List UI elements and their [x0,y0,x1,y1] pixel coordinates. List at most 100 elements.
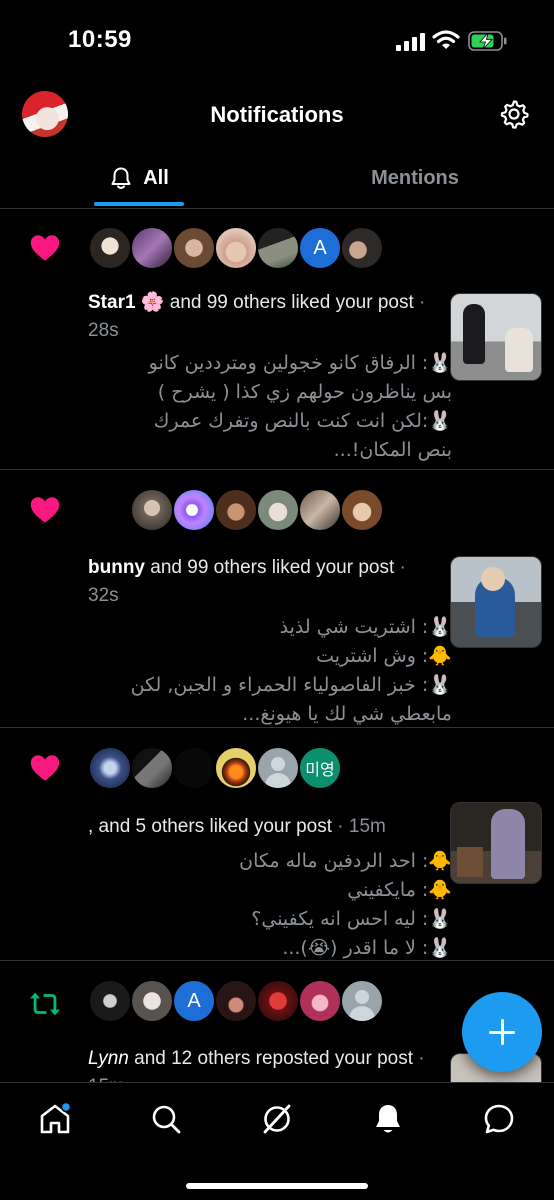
notification-action: , and 5 others liked your post [88,816,332,837]
post-preview[interactable]: 🐰: اشتريت شي لذيذ 🐥: وش اشتريت 🐰: خبز ال… [112,613,452,729]
tab-all-label: All [143,166,169,189]
actor-name[interactable]: Lynn [88,1048,129,1069]
avatar[interactable] [256,746,300,790]
post-preview[interactable]: 🐰: الرفاق كانو خجولين ومترددين كانو بس ي… [112,349,452,465]
avatar[interactable] [256,226,300,270]
avatar[interactable] [214,746,258,790]
post-line: 🐰: الرفاق كانو خجولين ومترددين كانو [148,352,452,374]
thumbnail-figure [491,809,525,879]
notification-item[interactable]: A Star1 🌸 and 99 others liked your post … [0,209,554,470]
avatar[interactable] [214,226,258,270]
avatar[interactable] [298,488,342,532]
actor-name[interactable]: Star1 🌸 [88,292,164,313]
avatar[interactable]: A [172,979,216,1023]
post-preview[interactable]: 🐥: احد الردفين ماله مكان 🐥: مايكفيني 🐰: … [112,847,452,963]
post-line: 🐥: احد الردفين ماله مكان [239,850,452,872]
notification-action: and 99 others liked your post [164,292,414,313]
status-bar: 10:59 [0,0,554,80]
post-line: بس يناظرون حولهم زي كذا ( يشرح ) [157,381,452,403]
post-line: 🐰: اشتريت شي لذيذ [279,616,452,638]
thumbnail-figure [505,328,533,372]
notification-item[interactable]: bunny and 99 others liked your post · 32… [0,470,554,728]
avatar[interactable] [130,746,174,790]
post-thumbnail[interactable] [450,293,542,381]
heart-icon [30,755,60,781]
avatar[interactable] [340,979,384,1023]
battery-charging-icon [468,31,507,51]
wifi-icon [432,30,460,49]
avatar[interactable] [256,979,300,1023]
thumbnail-figure [481,567,505,591]
active-tab-indicator [94,202,184,206]
avatar[interactable] [172,488,216,532]
avatar[interactable] [214,979,258,1023]
avatar[interactable] [298,979,342,1023]
notification-tabs: All Mentions [0,150,554,206]
timestamp: 28s [88,320,119,341]
avatar[interactable]: 미영 [298,746,342,790]
thumbnail-figure [463,304,485,364]
avatar[interactable] [172,746,216,790]
avatar[interactable] [88,226,132,270]
post-line: 🐰: ليه احس انه يكفيني؟ [251,908,452,930]
avatar[interactable] [130,226,174,270]
timestamp: 15m [348,816,386,837]
tab-all[interactable]: All [94,150,184,206]
notification-action: and 99 others liked your post [145,557,395,578]
post-thumbnail[interactable] [450,556,542,648]
repost-icon [30,992,60,1016]
cellular-signal-icon [396,33,426,51]
post-thumbnail[interactable] [450,802,542,884]
timestamp: 32s [88,585,119,606]
avatar-letter: A [187,989,201,1012]
avatar[interactable]: A [298,226,342,270]
tab-mentions[interactable]: Mentions [340,150,490,206]
avatar-stack: A [88,226,384,272]
thumbnail-figure [457,847,483,877]
notification-item[interactable]: 미영 , and 5 others liked your post · 15m … [0,728,554,961]
avatar-stack: A [88,979,384,1025]
avatar[interactable] [88,979,132,1023]
compose-post-button[interactable] [462,992,542,1072]
avatar-initials: 미영 [305,762,335,779]
avatar[interactable] [130,488,174,532]
avatar[interactable] [214,488,258,532]
bottom-navigation [0,1082,554,1200]
post-line: 🐥: مايكفيني [347,879,452,901]
heart-icon [30,497,60,523]
notification-text: Lynn and 12 others reposted your post · … [88,1045,428,1082]
grok-icon[interactable] [259,1101,295,1137]
status-time: 10:59 [68,26,132,53]
post-line: 🐰: خبز الفاصولياء الحمراء و الجبن, لكن [130,674,452,696]
page-title: Notifications [210,102,344,127]
avatar[interactable] [340,226,384,270]
notification-text: bunny and 99 others liked your post · 32… [88,557,406,606]
notification-feed[interactable]: A Star1 🌸 and 99 others liked your post … [0,209,554,1082]
avatar-stack: 미영 [88,746,342,792]
post-line: 🐰: لا ما اقدر (😭)... [282,937,452,959]
heart-icon [30,235,60,261]
avatar[interactable] [340,488,384,532]
avatar[interactable] [172,226,216,270]
header: Notifications All Mentions [0,80,554,206]
notifications-icon[interactable] [370,1101,406,1137]
home-icon[interactable] [37,1101,73,1137]
actor-name[interactable]: bunny [88,557,145,578]
post-line: مابعطي شي لك يا هيونغ... [242,703,452,725]
tab-mentions-label: Mentions [371,166,459,189]
notification-text: Star1 🌸 and 99 others liked your post · … [88,292,426,341]
avatar-letter: A [313,236,327,259]
gear-icon[interactable] [498,98,530,130]
avatar[interactable] [88,746,132,790]
bell-icon [111,167,131,189]
avatar[interactable] [256,488,300,532]
notification-action: and 12 others reposted your post [128,1048,413,1069]
messages-icon[interactable] [481,1101,517,1137]
avatar[interactable] [130,979,174,1023]
post-line: 🐰:لكن انت كنت بالنص وتفرك عمرك [153,410,452,432]
notification-text: , and 5 others liked your post · 15m [88,816,386,837]
post-line: 🐥: وش اشتريت [316,645,452,667]
post-line: بنص المكان!... [333,439,452,461]
home-indicator [186,1183,368,1189]
search-icon[interactable] [148,1101,184,1137]
